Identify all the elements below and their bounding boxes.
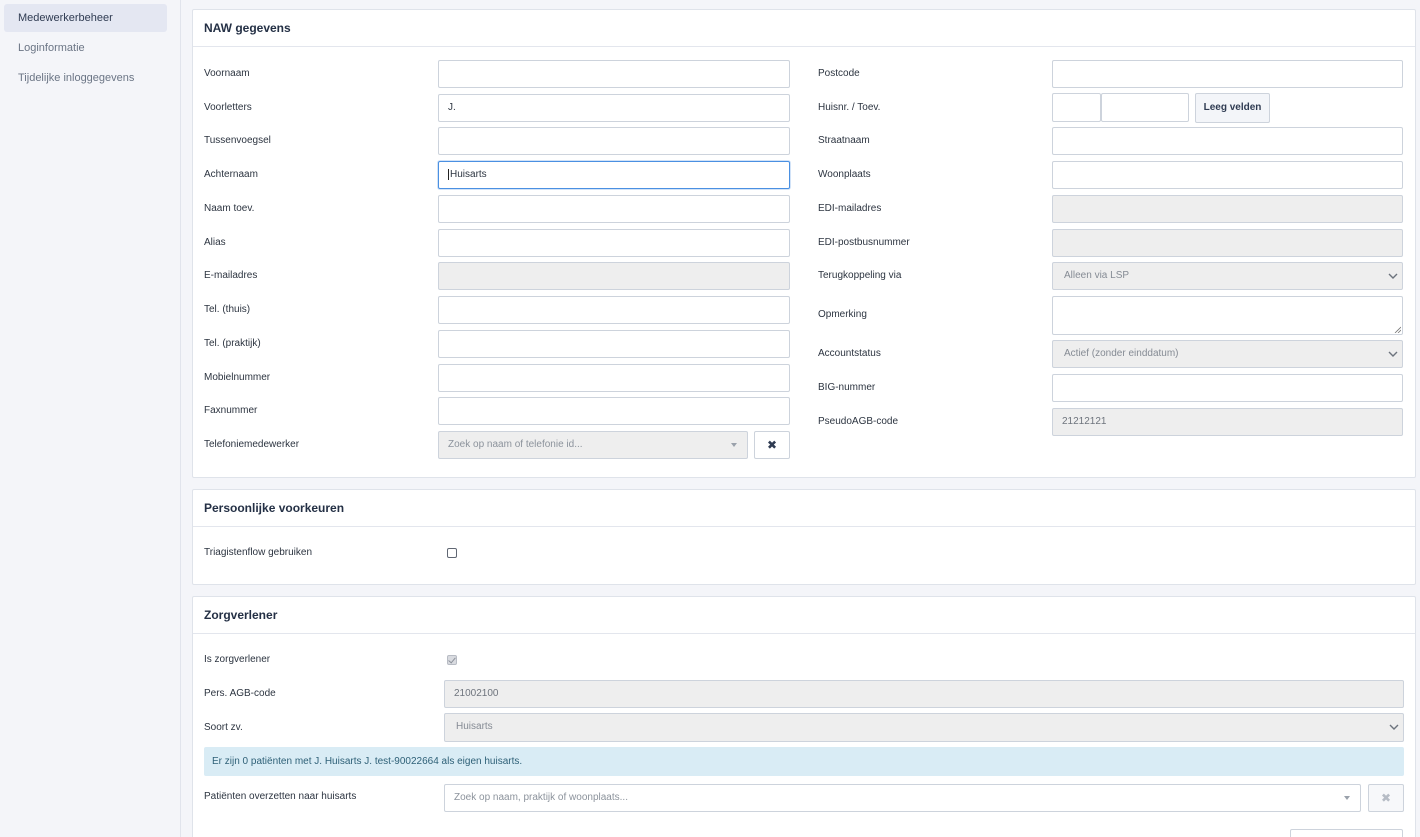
agb-label: Pers. AGB-code [204, 688, 276, 699]
voorkeuren-card: Persoonlijke voorkeuren Triagistenflow g… [192, 489, 1416, 585]
edi-mail-input [1052, 195, 1403, 223]
alias-label: Alias [204, 237, 226, 248]
fax-input[interactable] [438, 397, 790, 425]
pseudo-agb-label: PseudoAGB-code [818, 416, 899, 427]
edi-mail-label: EDI-mailadres [818, 203, 882, 214]
mobiel-label: Mobielnummer [204, 372, 271, 383]
chevron-down-icon [1388, 351, 1398, 357]
alias-input[interactable] [438, 229, 790, 257]
close-icon: ✖ [1380, 791, 1392, 805]
postcode-label: Postcode [818, 68, 860, 79]
zorgverlener-title: Zorgverlener [193, 597, 1415, 634]
main-content: NAW gegevens Voornaam Voorletters J. Tus… [181, 0, 1420, 837]
voorletters-label: Voorletters [204, 102, 252, 113]
leeg-velden-button[interactable]: Leeg velden [1195, 93, 1270, 123]
zorgverlener-card: Zorgverlener Is zorgverlener Pers. AGB-c… [192, 596, 1416, 837]
pseudo-agb-input: 21212121 [1052, 408, 1403, 436]
tussenvoegsel-label: Tussenvoegsel [204, 135, 271, 146]
save-button-partial[interactable] [1290, 829, 1403, 837]
opmerking-textarea[interactable] [1052, 296, 1403, 335]
naw-card: NAW gegevens Voornaam Voorletters J. Tus… [192, 9, 1416, 478]
fax-label: Faxnummer [204, 405, 258, 416]
tel-praktijk-label: Tel. (praktijk) [204, 338, 261, 349]
achternaam-value: Huisarts [450, 169, 487, 180]
voorletters-input[interactable]: J. [438, 94, 790, 122]
overzetten-select[interactable]: Zoek op naam, praktijk of woonplaats... [444, 784, 1361, 812]
is-zorgverlener-checkbox [447, 655, 457, 665]
email-label: E-mailadres [204, 270, 258, 281]
edi-postbus-label: EDI-postbusnummer [818, 237, 910, 248]
agb-input: 21002100 [444, 680, 1404, 708]
tel-praktijk-input[interactable] [438, 330, 790, 358]
chevron-down-icon [1389, 724, 1399, 730]
overzetten-placeholder: Zoek op naam, praktijk of woonplaats... [454, 792, 628, 803]
mobiel-input[interactable] [438, 364, 790, 392]
chevron-down-icon [1388, 273, 1398, 279]
sidebar-item-loginformatie[interactable]: Loginformatie [4, 34, 167, 62]
huisnr-input[interactable] [1052, 93, 1101, 122]
clear-telefonie-button[interactable]: ✖ [754, 431, 790, 459]
opmerking-label: Opmerking [818, 309, 867, 320]
patient-info-alert: Er zijn 0 patiënten met J. Huisarts J. t… [204, 747, 1404, 776]
caret-down-icon [1344, 796, 1350, 800]
email-input [438, 262, 790, 290]
naam-toev-input[interactable] [438, 195, 790, 223]
toevoeging-input[interactable] [1101, 93, 1189, 122]
is-zorgverlener-label: Is zorgverlener [204, 654, 271, 665]
soort-label: Soort zv. [204, 722, 243, 733]
soort-value: Huisarts [456, 721, 493, 732]
woonplaats-input[interactable] [1052, 161, 1403, 189]
terugkoppeling-value: Alleen via LSP [1064, 270, 1130, 281]
sidebar: Medewerkerbeheer Loginformatie Tijdelijk… [0, 0, 181, 837]
triage-checkbox[interactable] [447, 548, 457, 558]
voornaam-input[interactable] [438, 60, 790, 88]
terugkoppeling-select: Alleen via LSP [1052, 262, 1403, 290]
tel-thuis-label: Tel. (thuis) [204, 304, 251, 315]
straat-label: Straatnaam [818, 135, 870, 146]
sidebar-item-medewerkerbeheer[interactable]: Medewerkerbeheer [4, 4, 167, 32]
resize-handle-icon[interactable] [1394, 326, 1401, 333]
big-input[interactable] [1052, 374, 1403, 402]
big-label: BIG-nummer [818, 382, 876, 393]
tel-thuis-input[interactable] [438, 296, 790, 324]
accountstatus-label: Accountstatus [818, 348, 881, 359]
telefonie-select[interactable]: Zoek op naam of telefonie id... [438, 431, 748, 459]
huisnr-label: Huisnr. / Toev. [818, 102, 881, 113]
text-cursor [448, 168, 449, 180]
postcode-input[interactable] [1052, 60, 1403, 88]
close-icon: ✖ [766, 438, 778, 452]
terugkoppeling-label: Terugkoppeling via [818, 270, 902, 281]
caret-down-icon [731, 443, 737, 447]
accountstatus-value: Actief (zonder einddatum) [1064, 348, 1179, 359]
straat-input[interactable] [1052, 127, 1403, 155]
overzetten-label: Patiënten overzetten naar huisarts [204, 791, 357, 802]
accountstatus-select: Actief (zonder einddatum) [1052, 340, 1403, 368]
telefonie-placeholder: Zoek op naam of telefonie id... [448, 439, 583, 450]
edi-postbus-input [1052, 229, 1403, 257]
achternaam-input[interactable]: Huisarts [438, 161, 790, 189]
achternaam-label: Achternaam [204, 169, 258, 180]
triage-label: Triagistenflow gebruiken [204, 547, 313, 558]
woonplaats-label: Woonplaats [818, 169, 871, 180]
sidebar-item-tijdelijke-inloggegevens[interactable]: Tijdelijke inloggegevens [4, 64, 167, 92]
naam-toev-label: Naam toev. [204, 203, 255, 214]
clear-overzetten-button: ✖ [1368, 784, 1404, 812]
voorkeuren-title: Persoonlijke voorkeuren [193, 490, 1415, 527]
soort-select: Huisarts [444, 713, 1404, 742]
naw-title: NAW gegevens [193, 10, 1415, 47]
voornaam-label: Voornaam [204, 68, 250, 79]
telefonie-label: Telefoniemedewerker [204, 439, 300, 450]
tussenvoegsel-input[interactable] [438, 127, 790, 155]
